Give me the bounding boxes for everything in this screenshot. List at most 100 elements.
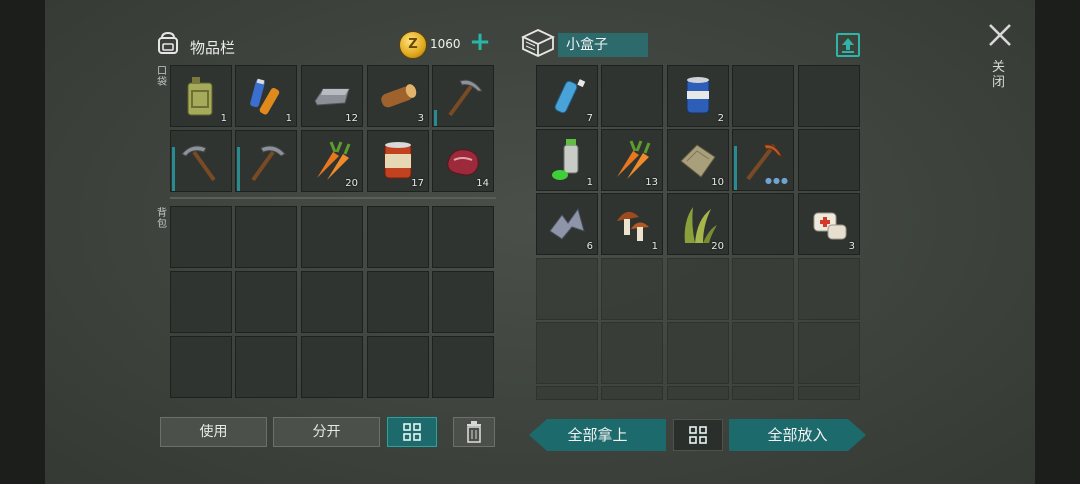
container-slot-locked [732,322,794,384]
coin-balance: 1060 [430,37,461,51]
pocket-slot[interactable]: 12 [301,65,363,127]
sort-container-button[interactable] [673,419,723,451]
item-quantity: 2 [717,113,724,124]
backpack-slot[interactable] [367,336,429,398]
close-icon[interactable] [987,22,1013,48]
item-quantity: 14 [476,178,489,189]
container-slot-locked [536,258,598,320]
item-quantity: 1 [651,241,658,252]
container-slot[interactable] [798,65,860,127]
spray-paint-icon [552,139,579,180]
box-icon [521,29,555,57]
container-slot[interactable] [798,129,860,191]
container-slot[interactable]: 13 [601,129,663,191]
mushroom-icon [617,211,649,241]
container-slot[interactable]: 7 [536,65,598,127]
backpack-slot[interactable] [367,206,429,268]
upgrade-dots: ●●● [765,176,789,185]
pocket-slot[interactable]: 1 [235,65,297,127]
durability-bar [172,147,175,191]
container-slot[interactable] [732,193,794,255]
screen-edge-left [0,0,45,484]
screen-edge-right [1035,0,1080,484]
container-slot-locked [601,258,663,320]
pocket-slot[interactable]: 20 [301,130,363,192]
container-slot[interactable]: ●●● [732,129,794,191]
container-slot[interactable]: 10 [667,129,729,191]
split-button[interactable]: 分开 [273,417,380,447]
container-slot-locked [601,322,663,384]
trash-icon [467,421,481,443]
pocket-slot[interactable] [170,130,232,192]
container-slot-locked [798,386,860,400]
backpack-icon [158,31,178,54]
delete-button[interactable] [453,417,495,447]
durability-bar [734,146,737,190]
coin-icon: Z [399,31,427,59]
upload-icon [842,38,854,53]
container-slot[interactable]: 1 [601,193,663,255]
soda-can-icon [686,77,710,114]
container-slot-locked [798,322,860,384]
backpack-slot[interactable] [432,206,494,268]
backpack-slot[interactable] [432,336,494,398]
container-slot[interactable] [601,65,663,127]
backpack-slot[interactable] [170,336,232,398]
fuel-canister-icon [187,77,213,116]
item-quantity: 13 [645,177,658,188]
backpack-slot[interactable] [301,206,363,268]
pocket-label: 口袋 [157,66,167,88]
backpack-slot[interactable] [235,206,297,268]
item-quantity: 6 [586,241,593,252]
container-slot-locked [601,386,663,400]
container-slot[interactable]: 3 [798,193,860,255]
pickaxe-icon [448,79,483,117]
pocket-slot[interactable]: 3 [367,65,429,127]
container-slot-locked [667,322,729,384]
item-quantity: 12 [345,113,358,124]
sort-inventory-button[interactable] [387,417,437,447]
upload-button[interactable] [836,33,860,57]
container-slot-locked [732,258,794,320]
backpack-slot[interactable] [235,271,297,333]
inventory-title: 物品栏 [190,39,236,57]
item-quantity: 3 [848,241,855,252]
container-slot[interactable]: 1 [536,129,598,191]
batteries-icon [250,78,280,115]
container-slot[interactable]: 2 [667,65,729,127]
add-coins-button[interactable]: + [469,29,491,56]
grid-icon [689,426,707,444]
container-slot-locked [798,258,860,320]
backpack-slot[interactable] [235,336,297,398]
container-slot[interactable] [732,65,794,127]
item-quantity: 20 [345,178,358,189]
water-bottle-icon [554,79,586,114]
pocket-slot[interactable] [432,65,494,127]
container-slot[interactable]: 6 [536,193,598,255]
bandage-icon [813,212,847,240]
backpack-slot[interactable] [301,336,363,398]
backpack-slot[interactable] [367,271,429,333]
backpack-slot[interactable] [170,206,232,268]
put-all-button[interactable]: 全部放入 [729,419,866,451]
grid-icon [403,423,421,441]
pocket-slot[interactable] [235,130,297,192]
backpack-slot[interactable] [432,271,494,333]
pocket-slot[interactable]: 1 [170,65,232,127]
metal-scrap-icon [549,207,585,240]
backpack-slot[interactable] [301,271,363,333]
container-slot[interactable]: 20 [667,193,729,255]
item-quantity: 1 [586,177,593,188]
pocket-slot[interactable]: 14 [432,130,494,192]
item-quantity: 20 [711,241,724,252]
close-label[interactable]: 关闭 [992,60,1006,90]
pocket-divider [170,197,496,199]
pocket-slot[interactable]: 17 [367,130,429,192]
durability-bar [237,147,240,191]
item-quantity: 1 [220,113,227,124]
take-all-button[interactable]: 全部拿上 [529,419,666,451]
use-button[interactable]: 使用 [160,417,267,447]
durability-bar [434,110,437,126]
item-quantity: 1 [285,113,292,124]
backpack-slot[interactable] [170,271,232,333]
